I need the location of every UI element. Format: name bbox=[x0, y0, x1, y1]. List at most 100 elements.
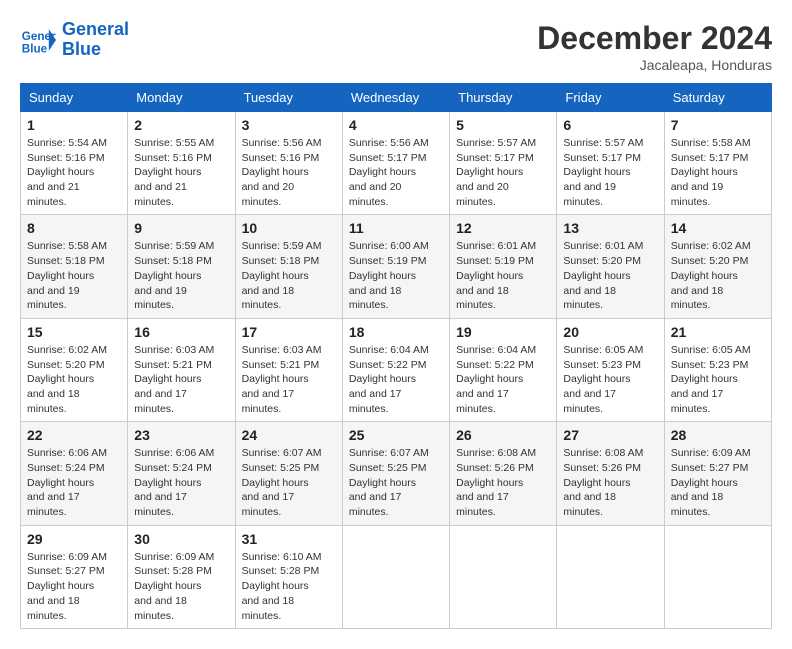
calendar-cell: 26 Sunrise: 6:08 AMSunset: 5:26 PMDaylig… bbox=[450, 422, 557, 525]
day-info: Sunrise: 6:09 AMSunset: 5:28 PMDaylight … bbox=[134, 551, 214, 622]
col-sunday: Sunday bbox=[21, 84, 128, 112]
calendar-cell: 13 Sunrise: 6:01 AMSunset: 5:20 PMDaylig… bbox=[557, 215, 664, 318]
day-info: Sunrise: 6:05 AMSunset: 5:23 PMDaylight … bbox=[671, 344, 751, 415]
col-monday: Monday bbox=[128, 84, 235, 112]
day-info: Sunrise: 5:54 AMSunset: 5:16 PMDaylight … bbox=[27, 137, 107, 208]
col-saturday: Saturday bbox=[664, 84, 771, 112]
day-info: Sunrise: 6:08 AMSunset: 5:26 PMDaylight … bbox=[456, 447, 536, 518]
day-info: Sunrise: 5:57 AMSunset: 5:17 PMDaylight … bbox=[563, 137, 643, 208]
day-info: Sunrise: 5:58 AMSunset: 5:17 PMDaylight … bbox=[671, 137, 751, 208]
calendar-table: Sunday Monday Tuesday Wednesday Thursday… bbox=[20, 83, 772, 629]
day-number: 20 bbox=[563, 324, 657, 340]
day-info: Sunrise: 6:07 AMSunset: 5:25 PMDaylight … bbox=[242, 447, 322, 518]
day-info: Sunrise: 6:06 AMSunset: 5:24 PMDaylight … bbox=[134, 447, 214, 518]
day-info: Sunrise: 5:56 AMSunset: 5:17 PMDaylight … bbox=[349, 137, 429, 208]
day-info: Sunrise: 6:01 AMSunset: 5:20 PMDaylight … bbox=[563, 240, 643, 311]
day-info: Sunrise: 5:55 AMSunset: 5:16 PMDaylight … bbox=[134, 137, 214, 208]
day-number: 31 bbox=[242, 531, 336, 547]
calendar-cell: 21 Sunrise: 6:05 AMSunset: 5:23 PMDaylig… bbox=[664, 318, 771, 421]
calendar-cell: 4 Sunrise: 5:56 AMSunset: 5:17 PMDayligh… bbox=[342, 112, 449, 215]
day-number: 12 bbox=[456, 220, 550, 236]
calendar-cell bbox=[557, 525, 664, 628]
header-row: Sunday Monday Tuesday Wednesday Thursday… bbox=[21, 84, 772, 112]
day-number: 14 bbox=[671, 220, 765, 236]
day-info: Sunrise: 6:07 AMSunset: 5:25 PMDaylight … bbox=[349, 447, 429, 518]
day-info: Sunrise: 6:02 AMSunset: 5:20 PMDaylight … bbox=[27, 344, 107, 415]
day-number: 16 bbox=[134, 324, 228, 340]
day-number: 13 bbox=[563, 220, 657, 236]
logo-icon: General Blue bbox=[20, 22, 56, 58]
day-number: 4 bbox=[349, 117, 443, 133]
day-info: Sunrise: 6:05 AMSunset: 5:23 PMDaylight … bbox=[563, 344, 643, 415]
calendar-row: 15 Sunrise: 6:02 AMSunset: 5:20 PMDaylig… bbox=[21, 318, 772, 421]
svg-text:Blue: Blue bbox=[22, 42, 48, 55]
day-number: 6 bbox=[563, 117, 657, 133]
day-info: Sunrise: 6:03 AMSunset: 5:21 PMDaylight … bbox=[242, 344, 322, 415]
day-info: Sunrise: 6:08 AMSunset: 5:26 PMDaylight … bbox=[563, 447, 643, 518]
calendar-cell bbox=[450, 525, 557, 628]
location: Jacaleapa, Honduras bbox=[537, 57, 772, 73]
calendar-cell: 16 Sunrise: 6:03 AMSunset: 5:21 PMDaylig… bbox=[128, 318, 235, 421]
col-thursday: Thursday bbox=[450, 84, 557, 112]
day-info: Sunrise: 5:59 AMSunset: 5:18 PMDaylight … bbox=[134, 240, 214, 311]
calendar-cell: 27 Sunrise: 6:08 AMSunset: 5:26 PMDaylig… bbox=[557, 422, 664, 525]
calendar-cell: 9 Sunrise: 5:59 AMSunset: 5:18 PMDayligh… bbox=[128, 215, 235, 318]
day-number: 15 bbox=[27, 324, 121, 340]
calendar-cell: 24 Sunrise: 6:07 AMSunset: 5:25 PMDaylig… bbox=[235, 422, 342, 525]
calendar-row: 8 Sunrise: 5:58 AMSunset: 5:18 PMDayligh… bbox=[21, 215, 772, 318]
calendar-cell: 8 Sunrise: 5:58 AMSunset: 5:18 PMDayligh… bbox=[21, 215, 128, 318]
day-number: 26 bbox=[456, 427, 550, 443]
day-number: 1 bbox=[27, 117, 121, 133]
calendar-cell: 29 Sunrise: 6:09 AMSunset: 5:27 PMDaylig… bbox=[21, 525, 128, 628]
logo: General Blue General Blue bbox=[20, 20, 129, 60]
day-number: 2 bbox=[134, 117, 228, 133]
calendar-cell: 18 Sunrise: 6:04 AMSunset: 5:22 PMDaylig… bbox=[342, 318, 449, 421]
day-number: 19 bbox=[456, 324, 550, 340]
day-number: 25 bbox=[349, 427, 443, 443]
day-number: 5 bbox=[456, 117, 550, 133]
calendar-cell: 17 Sunrise: 6:03 AMSunset: 5:21 PMDaylig… bbox=[235, 318, 342, 421]
calendar-cell: 11 Sunrise: 6:00 AMSunset: 5:19 PMDaylig… bbox=[342, 215, 449, 318]
day-info: Sunrise: 6:09 AMSunset: 5:27 PMDaylight … bbox=[671, 447, 751, 518]
calendar-row: 22 Sunrise: 6:06 AMSunset: 5:24 PMDaylig… bbox=[21, 422, 772, 525]
day-info: Sunrise: 6:09 AMSunset: 5:27 PMDaylight … bbox=[27, 551, 107, 622]
day-number: 30 bbox=[134, 531, 228, 547]
day-info: Sunrise: 6:02 AMSunset: 5:20 PMDaylight … bbox=[671, 240, 751, 311]
calendar-row: 1 Sunrise: 5:54 AMSunset: 5:16 PMDayligh… bbox=[21, 112, 772, 215]
col-tuesday: Tuesday bbox=[235, 84, 342, 112]
day-number: 21 bbox=[671, 324, 765, 340]
calendar-cell: 31 Sunrise: 6:10 AMSunset: 5:28 PMDaylig… bbox=[235, 525, 342, 628]
logo-line1: General bbox=[62, 19, 129, 39]
calendar-row: 29 Sunrise: 6:09 AMSunset: 5:27 PMDaylig… bbox=[21, 525, 772, 628]
calendar-cell bbox=[342, 525, 449, 628]
calendar-cell: 6 Sunrise: 5:57 AMSunset: 5:17 PMDayligh… bbox=[557, 112, 664, 215]
calendar-cell bbox=[664, 525, 771, 628]
calendar-cell: 12 Sunrise: 6:01 AMSunset: 5:19 PMDaylig… bbox=[450, 215, 557, 318]
day-info: Sunrise: 6:03 AMSunset: 5:21 PMDaylight … bbox=[134, 344, 214, 415]
day-info: Sunrise: 5:59 AMSunset: 5:18 PMDaylight … bbox=[242, 240, 322, 311]
page-header: General Blue General Blue December 2024 … bbox=[20, 20, 772, 73]
calendar-cell: 30 Sunrise: 6:09 AMSunset: 5:28 PMDaylig… bbox=[128, 525, 235, 628]
calendar-cell: 28 Sunrise: 6:09 AMSunset: 5:27 PMDaylig… bbox=[664, 422, 771, 525]
calendar-cell: 20 Sunrise: 6:05 AMSunset: 5:23 PMDaylig… bbox=[557, 318, 664, 421]
day-info: Sunrise: 6:04 AMSunset: 5:22 PMDaylight … bbox=[456, 344, 536, 415]
day-number: 17 bbox=[242, 324, 336, 340]
day-number: 24 bbox=[242, 427, 336, 443]
day-number: 28 bbox=[671, 427, 765, 443]
calendar-cell: 23 Sunrise: 6:06 AMSunset: 5:24 PMDaylig… bbox=[128, 422, 235, 525]
day-info: Sunrise: 5:57 AMSunset: 5:17 PMDaylight … bbox=[456, 137, 536, 208]
calendar-cell: 19 Sunrise: 6:04 AMSunset: 5:22 PMDaylig… bbox=[450, 318, 557, 421]
day-info: Sunrise: 6:10 AMSunset: 5:28 PMDaylight … bbox=[242, 551, 322, 622]
calendar-cell: 25 Sunrise: 6:07 AMSunset: 5:25 PMDaylig… bbox=[342, 422, 449, 525]
day-number: 18 bbox=[349, 324, 443, 340]
day-info: Sunrise: 6:00 AMSunset: 5:19 PMDaylight … bbox=[349, 240, 429, 311]
calendar-cell: 22 Sunrise: 6:06 AMSunset: 5:24 PMDaylig… bbox=[21, 422, 128, 525]
day-number: 9 bbox=[134, 220, 228, 236]
day-info: Sunrise: 6:06 AMSunset: 5:24 PMDaylight … bbox=[27, 447, 107, 518]
day-number: 3 bbox=[242, 117, 336, 133]
day-info: Sunrise: 5:58 AMSunset: 5:18 PMDaylight … bbox=[27, 240, 107, 311]
calendar-cell: 5 Sunrise: 5:57 AMSunset: 5:17 PMDayligh… bbox=[450, 112, 557, 215]
day-number: 29 bbox=[27, 531, 121, 547]
day-info: Sunrise: 5:56 AMSunset: 5:16 PMDaylight … bbox=[242, 137, 322, 208]
day-number: 23 bbox=[134, 427, 228, 443]
